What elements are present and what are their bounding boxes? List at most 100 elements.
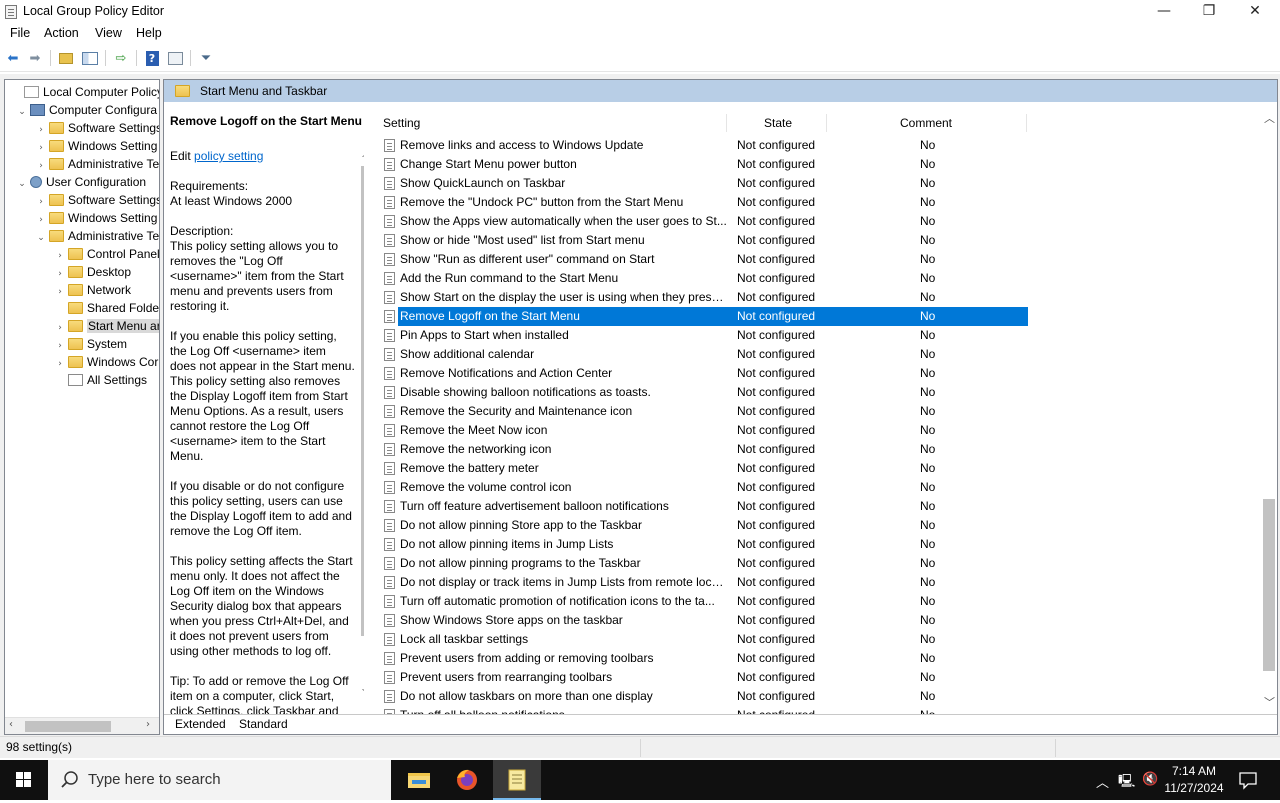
scroll-left-icon[interactable]: ‹	[9, 719, 13, 730]
notification-center-icon[interactable]	[1238, 770, 1258, 790]
column-comment[interactable]: Comment	[900, 116, 952, 130]
tree-item[interactable]: ⌄ Computer Configura	[17, 101, 157, 119]
setting-row[interactable]: Do not allow taskbars on more than one d…	[378, 687, 1028, 706]
tree-item[interactable]: › Network	[55, 281, 131, 299]
setting-row[interactable]: Add the Run command to the Start Menu Not…	[378, 269, 1028, 288]
scroll-down-icon[interactable]: ﹀	[362, 686, 364, 702]
column-state[interactable]: State	[764, 116, 792, 130]
setting-row[interactable]: Remove the networking icon Not configured…	[378, 440, 1028, 459]
scrollbar-thumb[interactable]	[1263, 499, 1275, 671]
menu-view[interactable]: View	[95, 26, 122, 40]
setting-row[interactable]: Show additional calendar Not configured No	[378, 345, 1028, 364]
setting-row[interactable]: Remove the battery meter Not configured No	[378, 459, 1028, 478]
setting-row[interactable]: Show "Run as different user" command on …	[378, 250, 1028, 269]
close-button[interactable]: ✕	[1232, 0, 1278, 24]
help-icon[interactable]: ?	[142, 49, 162, 67]
setting-row[interactable]: Change Start Menu power button Not config…	[378, 155, 1028, 174]
group-policy-taskbar-button[interactable]	[493, 760, 541, 800]
policy-setting-link[interactable]: policy setting	[194, 149, 263, 163]
volume-muted-icon[interactable]: 🔇	[1142, 772, 1158, 787]
forward-arrow-icon[interactable]: ➡	[25, 49, 45, 67]
setting-row[interactable]: Remove the Security and Maintenance icon…	[378, 402, 1028, 421]
file-explorer-taskbar-button[interactable]	[395, 760, 443, 800]
show-hide-tree-icon[interactable]	[80, 49, 100, 67]
setting-row[interactable]: Remove the volume control icon Not config…	[378, 478, 1028, 497]
setting-row[interactable]: Remove the Meet Now icon Not configured No	[378, 421, 1028, 440]
setting-row[interactable]: Prevent users from adding or removing to…	[378, 649, 1028, 668]
setting-row[interactable]: Show Windows Store apps on the taskbar No…	[378, 611, 1028, 630]
tree-item[interactable]: Shared Folder	[55, 299, 159, 317]
setting-row[interactable]: Show or hide "Most used" list from Start…	[378, 231, 1028, 250]
properties-icon[interactable]	[165, 49, 185, 67]
tree-item[interactable]: › System	[55, 335, 127, 353]
setting-row[interactable]: Prevent users from rearranging toolbars N…	[378, 668, 1028, 687]
list-vertical-scrollbar[interactable]: ︿ ﹀	[1261, 102, 1277, 714]
export-list-icon[interactable]: ⇨	[111, 49, 131, 67]
scroll-down-icon[interactable]: ﹀	[1264, 694, 1275, 710]
setting-row[interactable]: Do not allow pinning items in Jump Lists…	[378, 535, 1028, 554]
setting-row[interactable]: Turn off all balloon notifications Not co…	[378, 706, 1028, 714]
tree-item[interactable]: ⌄ User Configuration	[17, 173, 146, 191]
tree-item[interactable]: › Windows Setting	[36, 209, 157, 227]
setting-row[interactable]: Turn off feature advertisement balloon n…	[378, 497, 1028, 516]
taskbar-search-box[interactable]: Type here to search	[48, 760, 391, 800]
setting-row[interactable]: Disable showing balloon notifications as…	[378, 383, 1028, 402]
setting-row[interactable]: Show the Apps view automatically when th…	[378, 212, 1028, 231]
firefox-taskbar-button[interactable]	[443, 760, 491, 800]
setting-row[interactable]: Remove links and access to Windows Updat…	[378, 136, 1028, 155]
minimize-button[interactable]: —	[1141, 0, 1187, 24]
setting-row[interactable]: Turn off automatic promotion of notifica…	[378, 592, 1028, 611]
filter-icon[interactable]: ⏷	[196, 49, 216, 67]
tree-item[interactable]: › Administrative Te	[36, 155, 159, 173]
column-divider[interactable]	[826, 114, 827, 132]
tree-item[interactable]: ⌄ Administrative Te	[36, 227, 159, 245]
tree-item[interactable]: › Control Panel	[55, 245, 159, 263]
start-button[interactable]	[0, 760, 48, 800]
setting-row[interactable]: Do not allow pinning programs to the Tas…	[378, 554, 1028, 573]
scrollbar-thumb[interactable]	[25, 721, 111, 732]
setting-row[interactable]: Remove Logoff on the Start Menu Not confi…	[384, 307, 1028, 326]
network-icon[interactable]: 🖳	[1118, 772, 1135, 794]
tree-item[interactable]: › Start Menu ar	[55, 317, 159, 335]
tree-item[interactable]: All Settings	[55, 371, 147, 389]
setting-row[interactable]: Show Start on the display the user is us…	[378, 288, 1028, 307]
collapse-chevron-icon[interactable]: ⌄	[17, 175, 27, 193]
setting-name: Do not allow pinning Store app to the Ta…	[400, 518, 642, 532]
setting-row[interactable]: Remove Notifications and Action Center No…	[378, 364, 1028, 383]
menu-action[interactable]: Action	[44, 26, 79, 40]
setting-row[interactable]: Remove the "Undock PC" button from the S…	[378, 193, 1028, 212]
setting-row[interactable]: Show QuickLaunch on Taskbar Not configure…	[378, 174, 1028, 193]
column-divider[interactable]	[726, 114, 727, 132]
system-clock[interactable]: 7:14 AM 11/27/2024	[1158, 763, 1230, 797]
setting-row[interactable]: Lock all taskbar settings Not configured N…	[378, 630, 1028, 649]
scroll-up-icon[interactable]: ︿	[362, 144, 364, 160]
description-scrollbar[interactable]: ︿ ﹀	[359, 138, 364, 708]
menu-help[interactable]: Help	[136, 26, 162, 40]
tree-item[interactable]: › Windows Setting	[36, 137, 157, 155]
tab-standard[interactable]: Standard	[239, 717, 288, 731]
restore-button[interactable]: ❐	[1186, 0, 1232, 24]
tree-horizontal-scrollbar[interactable]: ‹ ›	[5, 717, 159, 734]
scrollbar-thumb[interactable]	[361, 166, 364, 636]
tree-item[interactable]: › Software Settings	[36, 191, 159, 209]
tree-item-label: Administrative Te	[68, 157, 160, 171]
up-folder-icon[interactable]	[56, 49, 76, 67]
tree-item[interactable]: Local Computer Policy	[11, 83, 159, 101]
column-divider[interactable]	[1026, 114, 1027, 132]
setting-row[interactable]: Pin Apps to Start when installed Not conf…	[378, 326, 1028, 345]
tree-item[interactable]: › Windows Cor	[55, 353, 158, 371]
firefox-icon	[457, 769, 477, 790]
collapse-chevron-icon[interactable]: ⌄	[17, 103, 27, 121]
setting-row[interactable]: Do not display or track items in Jump Li…	[378, 573, 1028, 592]
tree-item[interactable]: › Software Settings	[36, 119, 159, 137]
tree-item[interactable]: › Desktop	[55, 263, 131, 281]
back-arrow-icon[interactable]: ⬅	[3, 49, 23, 67]
scroll-right-icon[interactable]: ›	[146, 719, 150, 730]
menu-file[interactable]: File	[10, 26, 30, 40]
tab-extended[interactable]: Extended	[175, 717, 226, 731]
show-hidden-icons-icon[interactable]: ︿	[1096, 772, 1109, 791]
scroll-up-icon[interactable]: ︿	[1264, 110, 1275, 126]
collapse-chevron-icon[interactable]: ⌄	[36, 229, 46, 247]
setting-row[interactable]: Do not allow pinning Store app to the Ta…	[378, 516, 1028, 535]
column-setting[interactable]: Setting	[383, 116, 420, 130]
